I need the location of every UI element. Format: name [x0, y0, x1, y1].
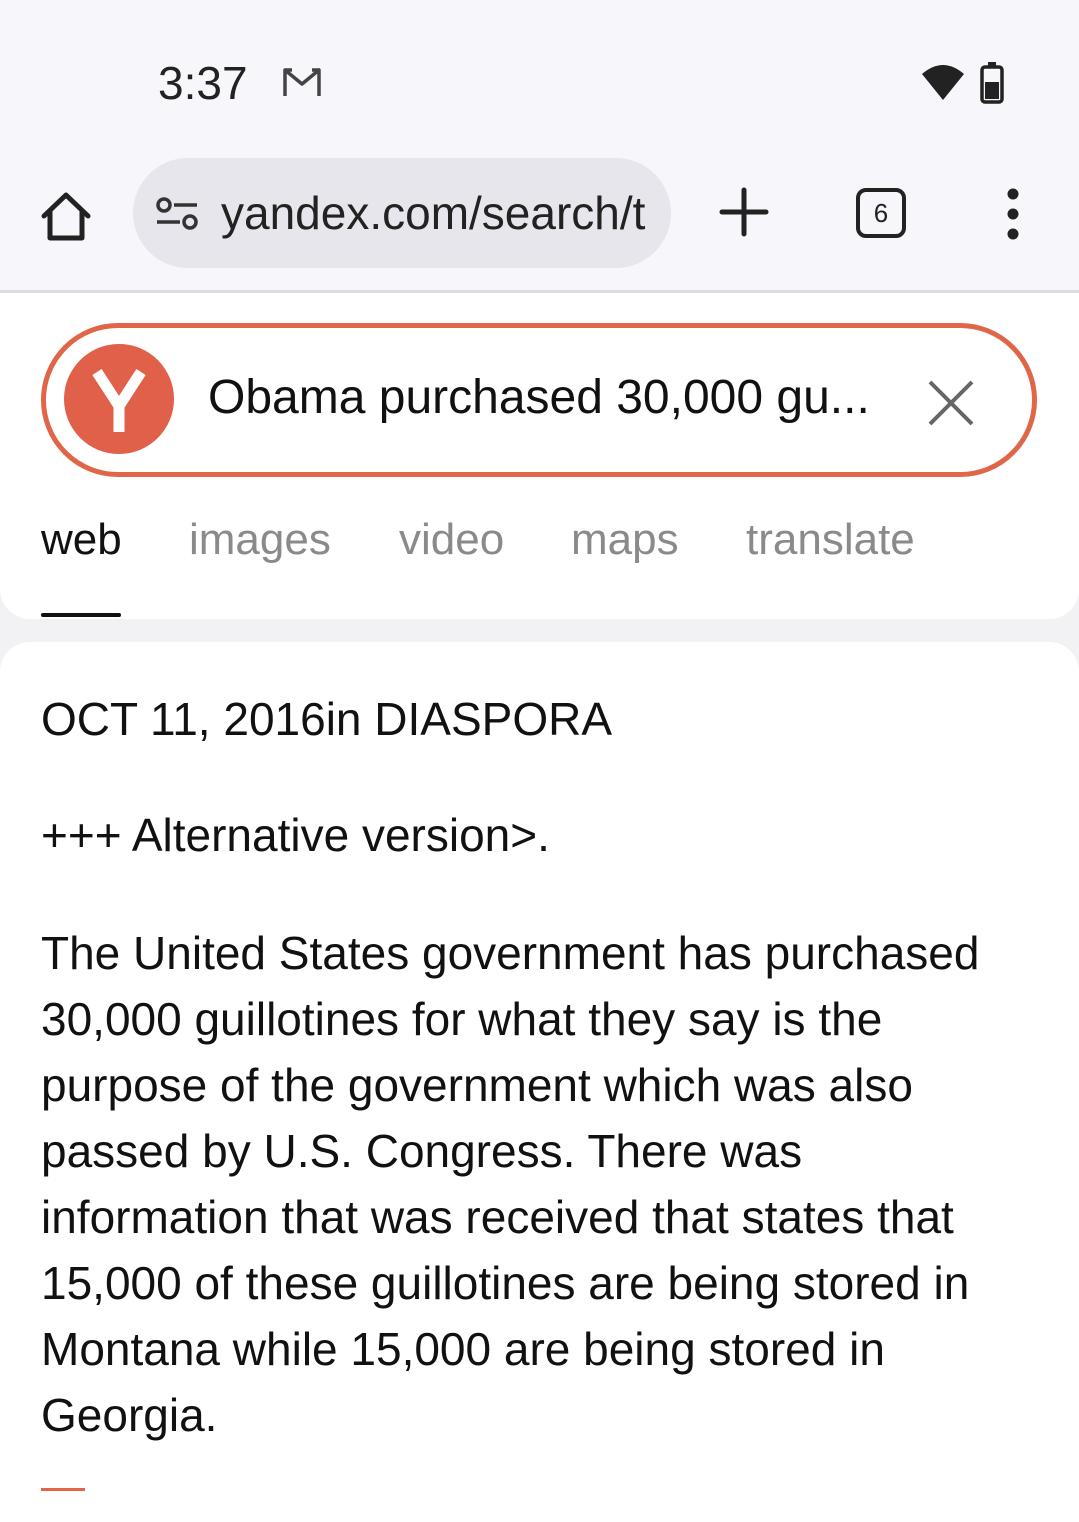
tune-icon[interactable]	[155, 196, 199, 232]
yandex-logo-icon	[92, 369, 146, 432]
active-tab-indicator	[41, 613, 121, 617]
tab-maps[interactable]: maps	[571, 515, 679, 565]
close-icon[interactable]	[926, 378, 976, 428]
tab-images[interactable]: images	[189, 515, 331, 565]
wifi-icon	[922, 65, 964, 100]
browser-toolbar: yandex.com/search/t 6	[0, 150, 1079, 290]
gmail-icon	[283, 68, 321, 96]
divider	[41, 1488, 85, 1491]
alternative-version-link[interactable]: +++ Alternative version>.	[41, 808, 550, 862]
result-body: The United States government has purchas…	[41, 927, 980, 1441]
battery-icon	[980, 62, 1004, 104]
tab-web[interactable]: web	[41, 515, 122, 565]
url-bar[interactable]: yandex.com/search/t	[133, 158, 671, 268]
plus-icon[interactable]	[718, 186, 770, 238]
yandex-logo[interactable]	[64, 344, 174, 454]
menu-icon[interactable]	[998, 188, 1028, 240]
search-input[interactable]: Obama purchased 30,000 gu...	[41, 323, 1037, 477]
url-text: yandex.com/search/t	[221, 187, 646, 239]
status-time: 3:37	[158, 57, 248, 109]
tab-video[interactable]: video	[399, 515, 504, 565]
home-icon[interactable]	[38, 190, 94, 242]
tab-translate[interactable]: translate	[746, 515, 915, 565]
search-panel: Obama purchased 30,000 gu... web images …	[0, 293, 1079, 619]
result-card: OCT 11, 2016in DIASPORA +++ Alternative …	[0, 642, 1079, 1522]
tabs-icon[interactable]: 6	[856, 188, 906, 238]
status-bar: 3:37	[0, 0, 1079, 150]
search-query: Obama purchased 30,000 gu...	[208, 371, 870, 424]
result-meta: OCT 11, 2016in DIASPORA	[41, 693, 613, 745]
